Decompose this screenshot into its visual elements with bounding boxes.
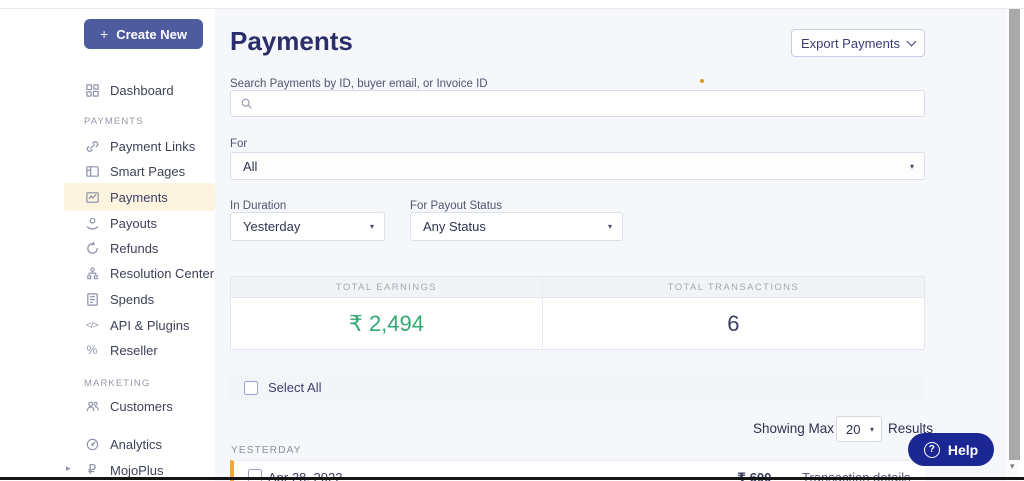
max-results-select[interactable]: 20 ▾ [836, 416, 882, 442]
export-payments-label: Export Payments [801, 36, 900, 51]
create-new-label: Create New [116, 27, 187, 42]
help-button[interactable]: ? Help [908, 433, 994, 466]
total-earnings-value: ₹ 2,494 [231, 298, 543, 349]
sidebar-item-dashboard[interactable]: Dashboard [84, 78, 174, 102]
sidebar-item-label: Payments [110, 190, 168, 205]
payout-status-filter-select[interactable]: Any Status ▾ [410, 212, 623, 241]
question-circle-icon: ? [924, 442, 940, 458]
plus-icon: + [100, 26, 108, 42]
code-icon: </> [84, 317, 100, 333]
scrollbar-down-icon[interactable]: ▾ [1010, 462, 1015, 472]
select-all-label: Select All [268, 380, 321, 395]
sidebar-item-customers[interactable]: Customers [84, 394, 173, 418]
for-filter-value: All [243, 159, 257, 174]
search-icon [240, 97, 253, 110]
expand-caret-icon[interactable]: ▸ [66, 463, 71, 474]
sidebar-item-label: Payment Links [110, 139, 195, 154]
search-input[interactable] [260, 95, 915, 112]
payout-status-filter-value: Any Status [423, 219, 486, 234]
total-transactions-header: TOTAL TRANSACTIONS [543, 277, 924, 297]
total-transactions-value: 6 [543, 298, 924, 349]
sidebar-item-label: Analytics [110, 437, 162, 452]
export-payments-button[interactable]: Export Payments [791, 29, 925, 57]
showing-max-label: Showing Max [753, 421, 834, 436]
help-label: Help [948, 442, 978, 458]
caret-down-icon: ▾ [370, 222, 374, 231]
sidebar-item-resolution-center[interactable]: Resolution Center [84, 261, 214, 285]
sidebar-item-label: Spends [110, 292, 154, 307]
summary-table: TOTAL EARNINGS TOTAL TRANSACTIONS ₹ 2,49… [230, 276, 925, 350]
max-results-value: 20 [846, 422, 860, 437]
duration-filter-label: In Duration [230, 200, 286, 212]
page-title: Payments [230, 26, 353, 57]
sidebar-item-smart-pages[interactable]: Smart Pages [84, 159, 185, 183]
select-all-checkbox[interactable] [244, 381, 258, 395]
payments-dashboard-screen: + Create New Dashboard PAYMENTS Payment … [0, 0, 1024, 481]
search-box[interactable] [230, 90, 925, 117]
refund-arrow-icon [84, 240, 100, 256]
sidebar-item-label: Customers [110, 399, 173, 414]
chevron-down-icon [907, 36, 917, 46]
sidebar-item-label: MojoPlus [110, 463, 163, 478]
caret-down-icon: ▾ [870, 425, 874, 434]
receipt-icon [84, 291, 100, 307]
sidebar-item-refunds[interactable]: Refunds [84, 236, 158, 260]
page-icon [84, 163, 100, 179]
payout-hand-icon [84, 215, 100, 231]
sidebar-section-payments: PAYMENTS [84, 116, 144, 127]
sidebar: + Create New Dashboard PAYMENTS Payment … [0, 9, 215, 481]
group-header-yesterday: YESTERDAY [231, 445, 302, 456]
sidebar-item-payouts[interactable]: Payouts [84, 211, 157, 235]
notification-dot [700, 79, 704, 83]
for-filter-select[interactable]: All ▾ [230, 152, 925, 180]
for-filter-label: For [230, 138, 247, 150]
select-all-bar: Select All [230, 374, 925, 401]
create-new-button[interactable]: + Create New [84, 19, 203, 49]
link-icon [84, 138, 100, 154]
window-bottom-edge [0, 477, 1024, 480]
sidebar-item-payment-links[interactable]: Payment Links [84, 134, 195, 158]
sidebar-item-label: Resolution Center [110, 266, 214, 281]
sidebar-section-marketing: MARKETING [84, 378, 150, 389]
percent-icon: % [84, 342, 100, 358]
sidebar-item-payments[interactable]: Payments [84, 185, 168, 209]
mojoplus-icon: ₽ [84, 462, 100, 478]
sidebar-item-spends[interactable]: Spends [84, 287, 154, 311]
chart-icon [84, 189, 100, 205]
sidebar-item-label: Reseller [110, 343, 158, 358]
sidebar-item-label: Dashboard [110, 83, 174, 98]
sidebar-item-reseller[interactable]: % Reseller [84, 338, 158, 362]
payout-status-filter-label: For Payout Status [410, 200, 502, 212]
duration-filter-value: Yesterday [243, 219, 300, 234]
sidebar-item-label: Refunds [110, 241, 158, 256]
duration-filter-select[interactable]: Yesterday ▾ [230, 212, 385, 241]
sidebar-item-analytics[interactable]: Analytics [84, 432, 162, 456]
search-label: Search Payments by ID, buyer email, or I… [230, 78, 488, 90]
caret-down-icon: ▾ [910, 162, 914, 171]
sidebar-item-label: Payouts [110, 216, 157, 231]
org-chart-icon [84, 265, 100, 281]
sidebar-item-label: API & Plugins [110, 318, 190, 333]
sidebar-item-api-plugins[interactable]: </> API & Plugins [84, 313, 190, 337]
caret-down-icon: ▾ [608, 222, 612, 231]
scrollbar-thumb[interactable] [1009, 9, 1020, 460]
dashboard-icon [84, 82, 100, 98]
customers-icon [84, 398, 100, 414]
gauge-icon [84, 436, 100, 452]
total-earnings-header: TOTAL EARNINGS [231, 277, 543, 297]
sidebar-item-label: Smart Pages [110, 164, 185, 179]
